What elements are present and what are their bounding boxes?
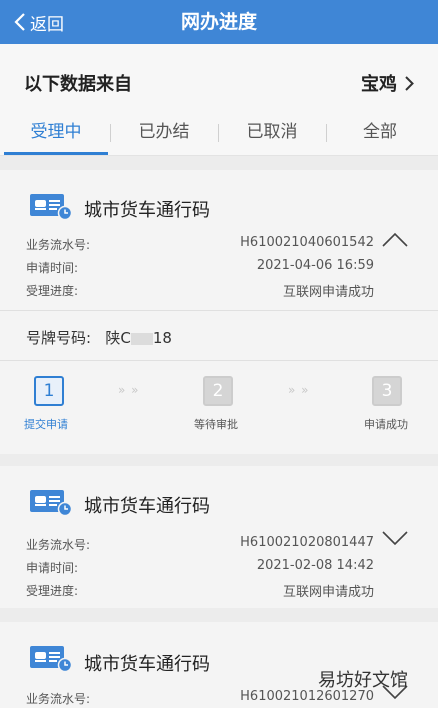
step-1: 1 xyxy=(34,376,64,406)
plate-label: 号牌号码: xyxy=(26,329,92,347)
tab-divider xyxy=(110,124,111,142)
city-name: 宝鸡 xyxy=(361,74,397,95)
truck-pass-icon xyxy=(30,194,72,220)
plate-suffix: 18 xyxy=(152,329,172,347)
serial-value: H610021040601542 xyxy=(240,235,374,250)
page-title: 网办进度 xyxy=(180,11,257,33)
step-3: 3 xyxy=(372,376,402,406)
serial-label: 业务流水号: xyxy=(26,238,91,252)
serial-value: H610021020801447 xyxy=(240,535,374,550)
tab-cancelled[interactable]: 已取消 xyxy=(222,116,322,156)
tab-divider xyxy=(326,124,327,142)
tab-all[interactable]: 全部 xyxy=(330,116,430,156)
apply-time-value: 2021-04-06 16:59 xyxy=(256,258,374,273)
progress-label: 受理进度: xyxy=(26,284,79,298)
card-title: 城市货车通行码 xyxy=(84,200,210,221)
active-tab-indicator xyxy=(4,152,108,155)
chevron-down-icon[interactable] xyxy=(382,530,408,546)
city-selector[interactable]: 宝鸡 xyxy=(361,70,414,96)
application-card[interactable]: 城市货车通行码 业务流水号: H610021012601270 xyxy=(0,622,438,708)
data-source-label: 以下数据来自 xyxy=(24,74,132,95)
truck-pass-icon xyxy=(30,490,72,516)
apply-time-label: 申请时间: xyxy=(26,561,79,575)
progress-value: 互联网申请成功 xyxy=(282,585,374,600)
application-card[interactable]: 城市货车通行码 业务流水号: H610021020801447 申请时间: 20… xyxy=(0,466,438,608)
step-2-label: 等待审批 xyxy=(194,418,238,431)
serial-label: 业务流水号: xyxy=(26,538,91,552)
serial-label: 业务流水号: xyxy=(26,692,91,706)
apply-time-label: 申请时间: xyxy=(26,261,79,275)
status-tabs: 受理中 已办结 已取消 全部 xyxy=(0,116,438,156)
divider xyxy=(0,360,438,361)
application-card[interactable]: 城市货车通行码 业务流水号: H610021040601542 申请时间: 20… xyxy=(0,170,438,454)
card-title: 城市货车通行码 xyxy=(84,654,210,675)
tab-in-progress[interactable]: 受理中 xyxy=(6,116,106,156)
chevron-right-icon xyxy=(405,75,414,91)
watermark: 易坊好文馆 xyxy=(318,670,408,691)
step-3-label: 申请成功 xyxy=(364,418,408,431)
tab-completed[interactable]: 已办结 xyxy=(114,116,214,156)
plate-prefix: 陕C xyxy=(105,329,131,347)
card-title: 城市货车通行码 xyxy=(84,496,210,517)
step-arrows: » » xyxy=(288,383,310,397)
plate-mask xyxy=(130,332,153,345)
chevron-up-icon[interactable] xyxy=(382,232,408,248)
apply-time-value: 2021-02-08 14:42 xyxy=(256,558,374,573)
tab-divider xyxy=(218,124,219,142)
truck-pass-icon xyxy=(30,646,72,672)
data-source-bar: 以下数据来自 宝鸡 xyxy=(0,44,438,116)
progress-label: 受理进度: xyxy=(26,584,79,598)
plate-number: 号牌号码: 陕C 18 xyxy=(26,327,172,348)
step-1-label: 提交申请 xyxy=(24,418,68,431)
step-arrows: » » xyxy=(118,383,140,397)
divider xyxy=(0,310,438,311)
progress-value: 互联网申请成功 xyxy=(282,285,374,300)
top-bar: 返回 网办进度 xyxy=(0,0,438,44)
step-2: 2 xyxy=(203,376,233,406)
